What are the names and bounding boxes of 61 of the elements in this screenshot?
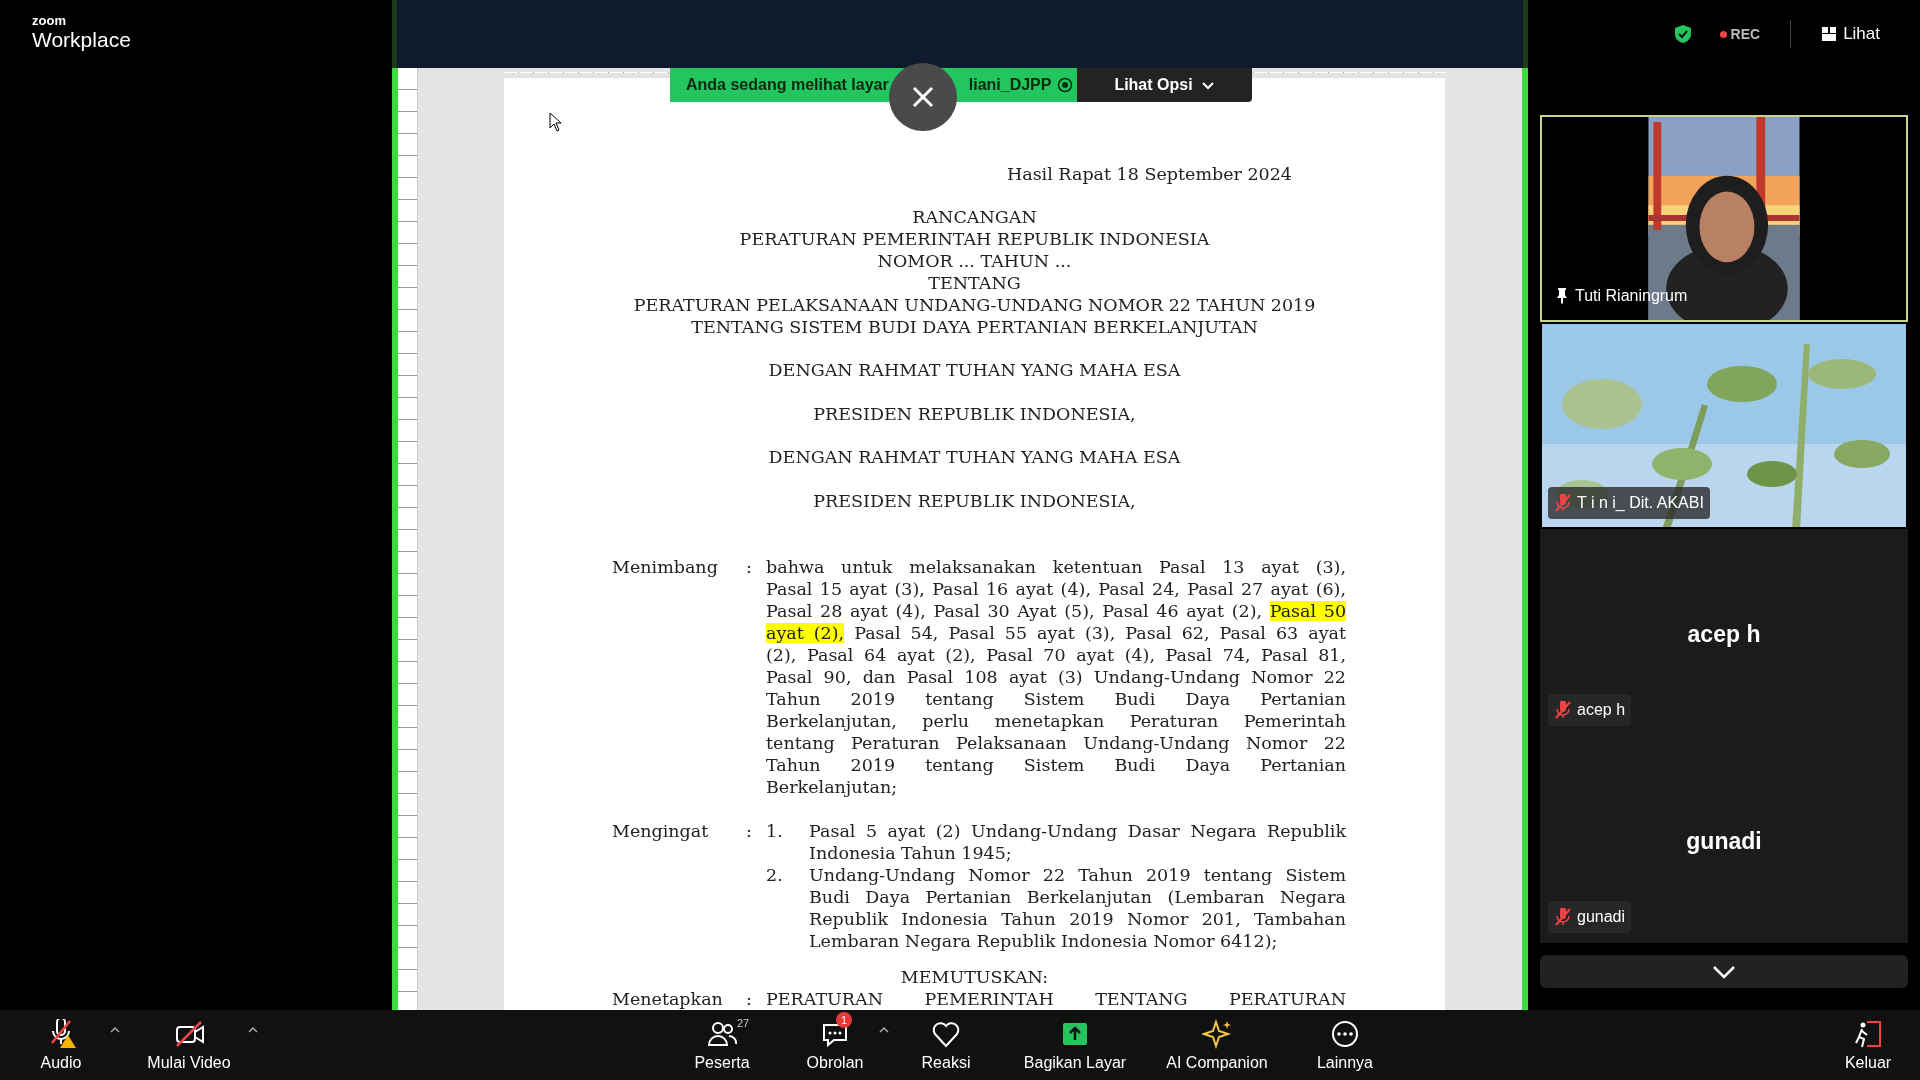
toolbar-button[interactable]: Mulai Video bbox=[134, 1010, 244, 1073]
shield-check-icon bbox=[1673, 24, 1692, 44]
heart-icon bbox=[931, 1019, 961, 1049]
document-title-line: PERATURAN PEMERINTAH REPUBLIK INDONESIA bbox=[739, 228, 1210, 250]
name-tag: acep h bbox=[1548, 694, 1632, 726]
list-number: 2. bbox=[766, 865, 783, 885]
participant-count: 27 bbox=[737, 1016, 750, 1031]
document-title-line: TENTANG bbox=[928, 272, 1021, 294]
chevron-down-icon bbox=[1200, 80, 1215, 90]
section-label: Menetapkan bbox=[612, 989, 723, 1009]
notification-badge: 1 bbox=[836, 1012, 852, 1028]
view-button[interactable]: Lihat bbox=[1821, 21, 1880, 47]
toolbar-button[interactable]: Bagikan Layar bbox=[1010, 1010, 1140, 1073]
recording-status[interactable]: REC bbox=[1719, 23, 1761, 45]
name-tag: gunadi bbox=[1548, 901, 1632, 933]
name-tag: Tuti Rianingrum bbox=[1548, 280, 1694, 312]
brand-logo-small: zoom bbox=[32, 13, 66, 28]
more-icon bbox=[1330, 1019, 1360, 1049]
chevron-down-icon bbox=[1712, 964, 1736, 979]
paragraph: Undang-Undang Nomor 22 Tahun 2019 tentang Sistem Budi Daya Pertanian Berkelanjutan (Lembaran Negara Republik Indonesia Tahun 2019 Nomor 201, Tambahan Lembaran Negara Republik Indonesia Nomor 6412); bbox=[809, 864, 1346, 952]
brand-logo: Workplace bbox=[32, 28, 131, 52]
participant-display-name: gunadi bbox=[1686, 827, 1762, 856]
toolbar-button[interactable]: 27 Peserta bbox=[672, 1010, 772, 1073]
name-tag: T i n i_ Dit. AKABI bbox=[1548, 487, 1710, 519]
separator: : bbox=[746, 557, 752, 577]
view-options-button[interactable]: Lihat Opsi bbox=[1077, 68, 1252, 102]
document-header: Hasil Rapat 18 September 2024 bbox=[1006, 163, 1292, 185]
leave-icon bbox=[1853, 1019, 1883, 1049]
section-label: Menimbang bbox=[612, 557, 718, 577]
separator: : bbox=[746, 989, 752, 1009]
decision-heading: MEMUTUSKAN: bbox=[900, 966, 1049, 988]
toolbar-button[interactable]: AI Companion bbox=[1152, 1010, 1282, 1073]
document-heading: PRESIDEN REPUBLIK INDONESIA, bbox=[813, 490, 1136, 512]
document-title-line: RANCANGAN bbox=[912, 206, 1037, 228]
toolbar-button[interactable]: 1 Obrolan bbox=[795, 1010, 875, 1073]
paragraph: PERATURAN PEMERINTAH TENTANG PERATURAN bbox=[766, 988, 1346, 1010]
participants-icon bbox=[707, 1019, 737, 1049]
video-off-icon bbox=[174, 1019, 204, 1049]
document-title-line: TENTANG SISTEM BUDI DAYA PERTANIAN BERKELANJUTAN bbox=[691, 316, 1258, 338]
cursor-icon bbox=[549, 112, 563, 132]
paragraph: bahwa untuk melaksanakan ketentuan Pasal 13 ayat (3), Pasal 15 ayat (3), Pasal 16 ayat (4), Pasal 24, Pasal 27 ayat (6), Pasal 28 ayat (4), Pasal 30 Ayat (5), Pasal 46 ayat (2), Pasal 50 ayat (2), Pasal 54, Pasal 55 ayat (3), Pasal 62, Pasal 63 ayat (2), Pasal 64 ayat (2), Pasal 70 ayat (4), Pasal 74, Pasal 81, Pasal 90, dan Pasal 108 ayat (3) Undang-Undang Nomor 22 Tahun 2019 tentang Sistem Budi Daya Pertanian Berkelanjutan, perlu menetapkan Peraturan Pemerintah tentang Peraturan Pelaksanaan Undang-Undang Nomor 22 Tahun 2019 tentang Sistem Budi Daya Pertanian Berkelanjutan; bbox=[766, 556, 1346, 798]
share-banner-text: Anda sedang melihat layar bbox=[686, 75, 889, 95]
document-title-line: NOMOR ... TAHUN ... bbox=[877, 250, 1072, 272]
close-icon bbox=[912, 86, 934, 108]
grid-icon bbox=[1821, 26, 1838, 42]
section-label: Mengingat bbox=[612, 821, 709, 841]
recording-indicator-icon bbox=[1057, 77, 1074, 93]
toolbar-button[interactable]: Reaksi bbox=[901, 1010, 991, 1073]
document-title-line: PERATURAN PELAKSANAAN UNDANG-UNDANG NOMOR 22 TAHUN 2019 bbox=[633, 294, 1316, 316]
toolbar-button[interactable]: Keluar bbox=[1828, 1010, 1908, 1073]
paragraph: Pasal 5 ayat (2) Undang-Undang Dasar Negara Republik Indonesia Tahun 1945; bbox=[809, 820, 1346, 864]
presenter-name: liani_DJPP bbox=[968, 75, 1052, 95]
list-number: 1. bbox=[766, 821, 783, 841]
toolbar-button[interactable]: Lainnya bbox=[1300, 1010, 1390, 1073]
separator: : bbox=[746, 821, 752, 841]
toolbar-button[interactable]: Audio bbox=[16, 1010, 106, 1073]
sparkle-icon bbox=[1202, 1019, 1232, 1049]
document-heading: PRESIDEN REPUBLIK INDONESIA, bbox=[813, 403, 1136, 425]
document-heading: DENGAN RAHMAT TUHAN YANG MAHA ESA bbox=[768, 359, 1181, 381]
document-heading: DENGAN RAHMAT TUHAN YANG MAHA ESA bbox=[768, 446, 1181, 468]
participant-display-name: acep h bbox=[1687, 620, 1761, 649]
